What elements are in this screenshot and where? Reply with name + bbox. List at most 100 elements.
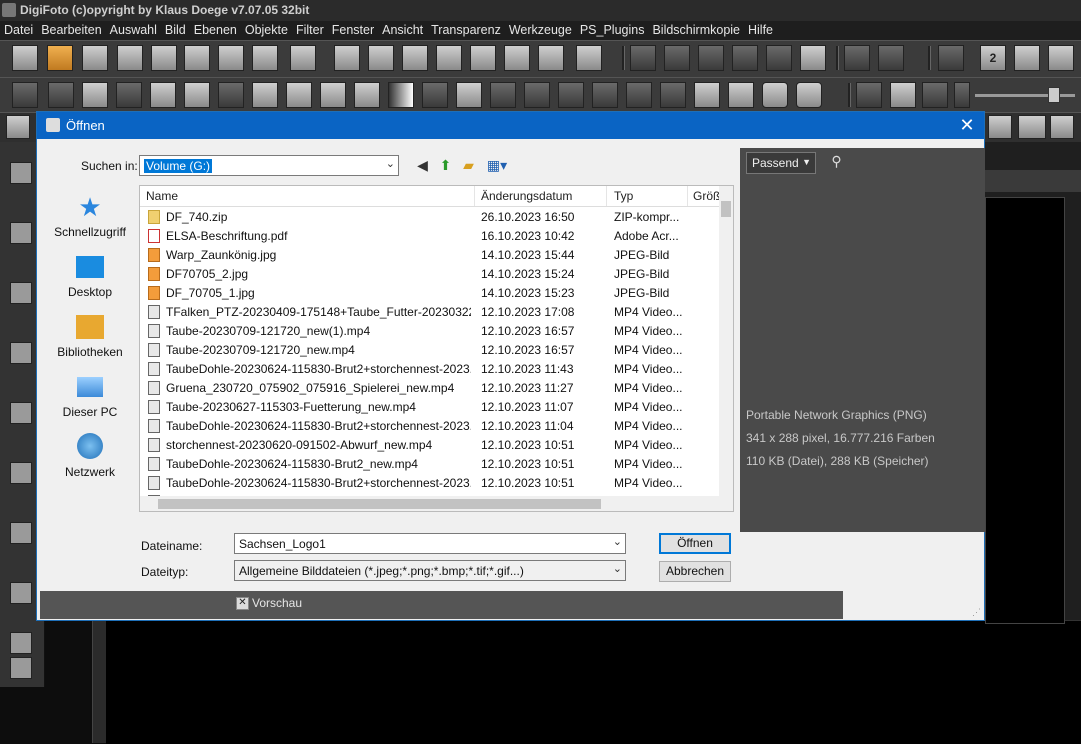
magnifier-icon[interactable]: [922, 82, 948, 108]
monitor-icon[interactable]: [1014, 45, 1040, 71]
resize-grip-icon[interactable]: ⋰: [972, 607, 981, 618]
menu-transparenz[interactable]: Transparenz: [427, 21, 505, 40]
arrow-tool-icon[interactable]: [6, 115, 30, 139]
glasses-icon[interactable]: [626, 82, 652, 108]
film-icon[interactable]: [290, 45, 316, 71]
photo-icon[interactable]: [150, 82, 176, 108]
file-row[interactable]: Taube-20230709-121720_new(1).mp4 12.10.20…: [140, 322, 720, 341]
eraser-tool-icon[interactable]: [10, 582, 32, 604]
file-row[interactable]: ELSA-Beschriftung.pdf 16.10.2023 10:42 Ado…: [140, 227, 720, 246]
file-row[interactable]: DF70705_2.jpg 14.10.2023 15:24 JPEG-Bild: [140, 265, 720, 284]
measure-tool-icon[interactable]: [10, 657, 32, 679]
picture-icon[interactable]: [252, 82, 278, 108]
open-icon[interactable]: [47, 45, 73, 71]
bird4-icon[interactable]: [732, 45, 758, 71]
column-date[interactable]: Änderungsdatum: [481, 189, 572, 203]
preview-checkbox-label[interactable]: Vorschau: [252, 596, 302, 610]
fit-combo[interactable]: Passend ▼: [746, 152, 816, 174]
swirl-icon[interactable]: [592, 82, 618, 108]
bird2-icon[interactable]: [664, 45, 690, 71]
crop-icon[interactable]: [286, 82, 312, 108]
circle-tool-icon[interactable]: [12, 82, 38, 108]
file-row[interactable]: Taube-20230709-121720_new.mp4 12.10.2023 …: [140, 341, 720, 360]
file-row[interactable]: Warp_Zaunkönig.jpg 14.10.2023 15:44 JPEG-B…: [140, 246, 720, 265]
place-network[interactable]: Netzwerk: [47, 433, 133, 479]
menu-fenster[interactable]: Fenster: [328, 21, 378, 40]
blank2-icon[interactable]: [796, 82, 822, 108]
menu-auswahl[interactable]: Auswahl: [106, 21, 161, 40]
back-icon[interactable]: ◀: [414, 157, 431, 174]
scan-icon[interactable]: [694, 82, 720, 108]
tool-icon[interactable]: [252, 45, 278, 71]
new-icon[interactable]: [12, 45, 38, 71]
figure-icon[interactable]: [116, 82, 142, 108]
pattern-icon[interactable]: [218, 82, 244, 108]
vertical-scrollbar[interactable]: [719, 186, 733, 511]
place-this-pc[interactable]: Dieser PC: [47, 373, 133, 419]
file-row[interactable]: TFalken_PTZ-20230409-175148+Taube_Futter…: [140, 303, 720, 322]
ratio-icon[interactable]: [1018, 115, 1046, 139]
brush-icon[interactable]: [334, 45, 360, 71]
panel-icon[interactable]: [800, 45, 826, 71]
menu-bearbeiten[interactable]: Bearbeiten: [37, 21, 105, 40]
gradient-fill-icon[interactable]: [388, 82, 414, 108]
text-icon[interactable]: [422, 82, 448, 108]
eye-icon[interactable]: [524, 82, 550, 108]
open-button[interactable]: Öffnen: [659, 533, 731, 554]
grid-icon[interactable]: [218, 45, 244, 71]
stripes-icon[interactable]: [660, 82, 686, 108]
stack-icon[interactable]: [856, 82, 882, 108]
vertical-scroll-thumb[interactable]: [721, 201, 731, 217]
tile-icon[interactable]: [728, 82, 754, 108]
view-menu-icon[interactable]: ▦▾: [485, 157, 509, 174]
bucket-tool-icon[interactable]: [10, 522, 32, 544]
close-icon[interactable]: ✕: [956, 114, 978, 136]
helmet-tool-icon[interactable]: [10, 632, 32, 654]
filename-input[interactable]: Sachsen_Logo1 ⌄: [234, 533, 626, 554]
file-row[interactable]: DF_740.zip 26.10.2023 16:50 ZIP-kompr...: [140, 208, 720, 227]
zoom-slider-knob[interactable]: [1048, 87, 1060, 103]
chevron-down-icon[interactable]: ⌄: [613, 535, 622, 548]
blank-icon[interactable]: [762, 82, 788, 108]
place-libraries[interactable]: Bibliotheken: [47, 313, 133, 359]
menu-bild[interactable]: Bild: [161, 21, 190, 40]
column-divider[interactable]: [687, 186, 688, 206]
film2-icon[interactable]: [1050, 115, 1074, 139]
file-row[interactable]: TaubeDohle-20230624-115830-Brut2+storche…: [140, 417, 720, 436]
paste-icon[interactable]: [151, 45, 177, 71]
file-row[interactable]: DF_70705_1.jpg 14.10.2023 15:23 JPEG-Bild: [140, 284, 720, 303]
layer-icon[interactable]: [368, 45, 394, 71]
new-folder-icon[interactable]: ▰: [460, 157, 477, 174]
pages-icon[interactable]: [470, 45, 496, 71]
place-quick-access[interactable]: ★ Schnellzugriff: [47, 193, 133, 239]
maximize-icon[interactable]: [1048, 45, 1074, 71]
file-row[interactable]: TaubeDohle-20230624-115830-Brut2+storche…: [140, 474, 720, 493]
window-icon[interactable]: [538, 45, 564, 71]
cancel-button[interactable]: Abbrechen: [659, 561, 731, 582]
pin-icon[interactable]: ⚲: [828, 153, 845, 170]
menu-werkzeuge[interactable]: Werkzeuge: [505, 21, 576, 40]
menu-bildschirmkopie[interactable]: Bildschirmkopie: [648, 21, 744, 40]
key-icon[interactable]: [504, 45, 530, 71]
pipette-icon[interactable]: [954, 82, 970, 108]
save-icon[interactable]: [82, 45, 108, 71]
menu-hilfe[interactable]: Hilfe: [744, 21, 777, 40]
fit-icon[interactable]: [890, 82, 916, 108]
pen-tool-icon[interactable]: [10, 402, 32, 424]
menu-ps-plugins[interactable]: PS_Plugins: [576, 21, 649, 40]
zoom-slider-track[interactable]: [975, 94, 1075, 97]
gradient-icon[interactable]: [82, 82, 108, 108]
copy-icon[interactable]: [117, 45, 143, 71]
look-in-combo[interactable]: Volume (G:) ⌄: [139, 155, 399, 176]
image-window-header[interactable]: [985, 170, 1081, 192]
folder-icon[interactable]: [402, 45, 428, 71]
mask-icon[interactable]: [48, 82, 74, 108]
column-type[interactable]: Typ: [614, 189, 633, 203]
bird5-icon[interactable]: [766, 45, 792, 71]
column-name[interactable]: Name: [146, 189, 178, 203]
preview-checkbox[interactable]: ✕: [236, 597, 249, 610]
column-size[interactable]: Größ: [693, 189, 719, 203]
file-row[interactable]: Taube-20230627-115303-Fuetterung_new.mp4…: [140, 398, 720, 417]
menu-ebenen[interactable]: Ebenen: [190, 21, 241, 40]
film-strip-icon[interactable]: [988, 115, 1012, 139]
